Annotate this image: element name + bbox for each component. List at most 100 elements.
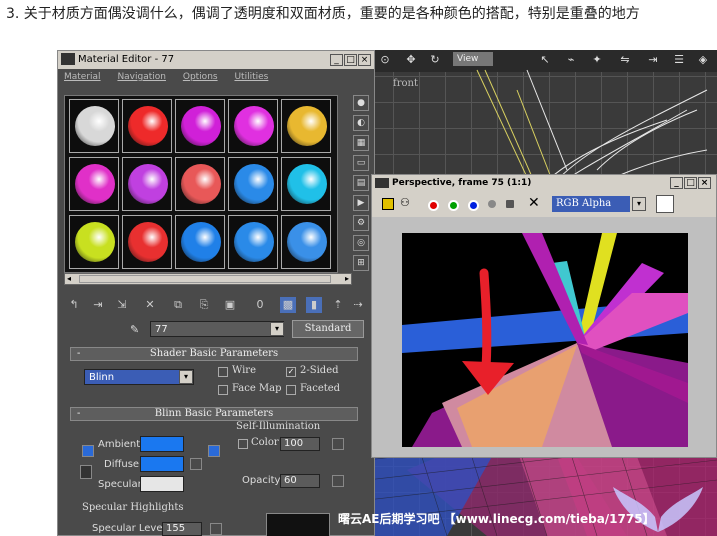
show-end-result-icon[interactable]: ▮	[306, 297, 322, 313]
menu-utilities[interactable]: Utilities	[234, 72, 268, 82]
save-icon[interactable]	[382, 198, 394, 210]
go-forward-icon[interactable]: ⇢	[350, 297, 366, 313]
blue-channel-icon[interactable]	[468, 200, 479, 211]
material-slot[interactable]	[175, 215, 225, 269]
close-button[interactable]: ×	[358, 54, 371, 66]
scroll-right-icon[interactable]: ▸	[345, 274, 349, 284]
self-illum-map-button[interactable]	[332, 438, 344, 450]
material-editor-title: Material Editor - 77	[78, 54, 175, 65]
material-editor-window[interactable]: Material Editor - 77 _ □ × Material Navi…	[57, 50, 375, 536]
material-slot[interactable]	[69, 157, 119, 211]
show-map-icon[interactable]: ▩	[280, 297, 296, 313]
material-slot[interactable]	[175, 99, 225, 153]
opacity-map-button[interactable]	[332, 475, 344, 487]
go-to-parent-icon[interactable]: ⇡	[330, 297, 346, 313]
minimize-button[interactable]: _	[670, 177, 683, 189]
material-slot[interactable]	[281, 215, 331, 269]
make-unique-icon[interactable]: ⎘	[196, 297, 212, 313]
assign-material-icon[interactable]: ⇲	[114, 297, 130, 313]
face-map-checkbox[interactable]	[218, 385, 228, 395]
background-icon[interactable]: ▦	[353, 135, 369, 151]
material-slot[interactable]	[122, 215, 172, 269]
specular-color-swatch[interactable]	[140, 476, 184, 492]
collapse-icon: -	[77, 348, 81, 359]
slots-scrollbar[interactable]: ◂ ▸	[64, 273, 352, 285]
self-illum-spinner[interactable]: 100	[280, 437, 320, 451]
minimize-button[interactable]: _	[330, 54, 343, 66]
make-preview-icon[interactable]: ▶	[353, 195, 369, 211]
name-dropdown-button[interactable]: ▾	[270, 322, 284, 336]
material-slot[interactable]	[69, 99, 119, 153]
channel-dropdown-button[interactable]: ▾	[632, 197, 646, 211]
put-to-scene-icon[interactable]: ⇥	[90, 297, 106, 313]
options-icon[interactable]: ⚙	[353, 215, 369, 231]
specular-level-label: Specular Level	[92, 523, 166, 534]
material-slot[interactable]	[228, 99, 278, 153]
green-channel-icon[interactable]	[448, 200, 459, 211]
blinn-rollout-title: Blinn Basic Parameters	[154, 408, 274, 419]
lock-diffuse-specular-icon[interactable]	[208, 445, 220, 457]
ambient-color-swatch[interactable]	[140, 436, 184, 452]
sample-type-icon[interactable]: ●	[353, 95, 369, 111]
alpha-channel-icon[interactable]	[488, 200, 496, 208]
blinn-rollout-header[interactable]: - Blinn Basic Parameters	[70, 407, 358, 421]
menu-material[interactable]: Material	[64, 72, 101, 82]
material-slot[interactable]	[122, 157, 172, 211]
specular-level-map-button[interactable]	[210, 523, 222, 535]
scroll-left-icon[interactable]: ◂	[67, 274, 71, 284]
material-editor-titlebar[interactable]: Material Editor - 77 _ □ ×	[58, 51, 374, 69]
material-sphere	[287, 164, 327, 204]
specular-level-spinner[interactable]: 155	[162, 522, 202, 536]
color-swatch[interactable]	[656, 195, 674, 213]
red-channel-icon[interactable]	[428, 200, 439, 211]
select-by-material-icon[interactable]: ◎	[353, 235, 369, 251]
monochrome-icon[interactable]	[506, 200, 514, 208]
material-sphere	[181, 222, 221, 262]
material-slot[interactable]	[69, 215, 119, 269]
render-frame-window[interactable]: Perspective, frame 75 (1:1) _ □ × ⚇ ✕ RG…	[371, 174, 717, 458]
scroll-thumb[interactable]	[79, 275, 331, 283]
channel-dropdown[interactable]: RGB Alpha	[552, 196, 630, 212]
specular-label: Specular	[98, 479, 142, 490]
maximize-button[interactable]: □	[684, 177, 697, 189]
backlight-icon[interactable]: ◐	[353, 115, 369, 131]
material-type-button[interactable]: Standard	[292, 320, 364, 338]
two-sided-checkbox[interactable]: ✓	[286, 367, 296, 377]
close-button[interactable]: ×	[698, 177, 711, 189]
put-to-library-icon[interactable]: ▣	[222, 297, 238, 313]
navigator-icon[interactable]: ⊞	[353, 255, 369, 271]
material-slot[interactable]	[281, 99, 331, 153]
wire-checkbox[interactable]	[218, 367, 228, 377]
render-window-titlebar[interactable]: Perspective, frame 75 (1:1) _ □ ×	[372, 175, 716, 191]
clear-icon[interactable]: ✕	[528, 195, 540, 211]
faceted-checkbox[interactable]	[286, 385, 296, 395]
shader-rollout-header[interactable]: - Shader Basic Parameters	[70, 347, 358, 361]
copy-material-icon[interactable]: ⧉	[170, 297, 186, 313]
shader-dropdown[interactable]: Blinn	[84, 369, 194, 385]
menu-options[interactable]: Options	[183, 72, 218, 82]
wire-label: Wire	[232, 365, 256, 376]
get-material-icon[interactable]: ↰	[66, 297, 82, 313]
material-slot[interactable]	[228, 157, 278, 211]
clone-icon[interactable]: ⚇	[400, 196, 410, 209]
material-slot[interactable]	[122, 99, 172, 153]
material-effects-icon[interactable]: 0	[252, 297, 268, 313]
material-name-field[interactable]: 77	[150, 321, 284, 337]
menu-navigation[interactable]: Navigation	[117, 72, 166, 82]
opacity-spinner[interactable]: 60	[280, 474, 320, 488]
eyedropper-icon[interactable]: ✎	[130, 323, 139, 336]
diffuse-map-button[interactable]	[190, 458, 202, 470]
diffuse-color-swatch[interactable]	[140, 456, 184, 472]
video-color-icon[interactable]: ▤	[353, 175, 369, 191]
opacity-label: Opacity	[242, 475, 281, 486]
material-slot[interactable]	[175, 157, 225, 211]
material-slot[interactable]	[228, 215, 278, 269]
shader-dropdown-button[interactable]: ▾	[179, 370, 193, 384]
self-illum-color-checkbox[interactable]	[238, 439, 248, 449]
uv-tiling-icon[interactable]: ▭	[353, 155, 369, 171]
maximize-button[interactable]: □	[344, 54, 357, 66]
reset-material-icon[interactable]: ✕	[142, 297, 158, 313]
lock-ambient-diffuse-icon[interactable]	[82, 445, 94, 457]
lock-specular-icon[interactable]	[80, 465, 92, 479]
material-slot[interactable]	[281, 157, 331, 211]
